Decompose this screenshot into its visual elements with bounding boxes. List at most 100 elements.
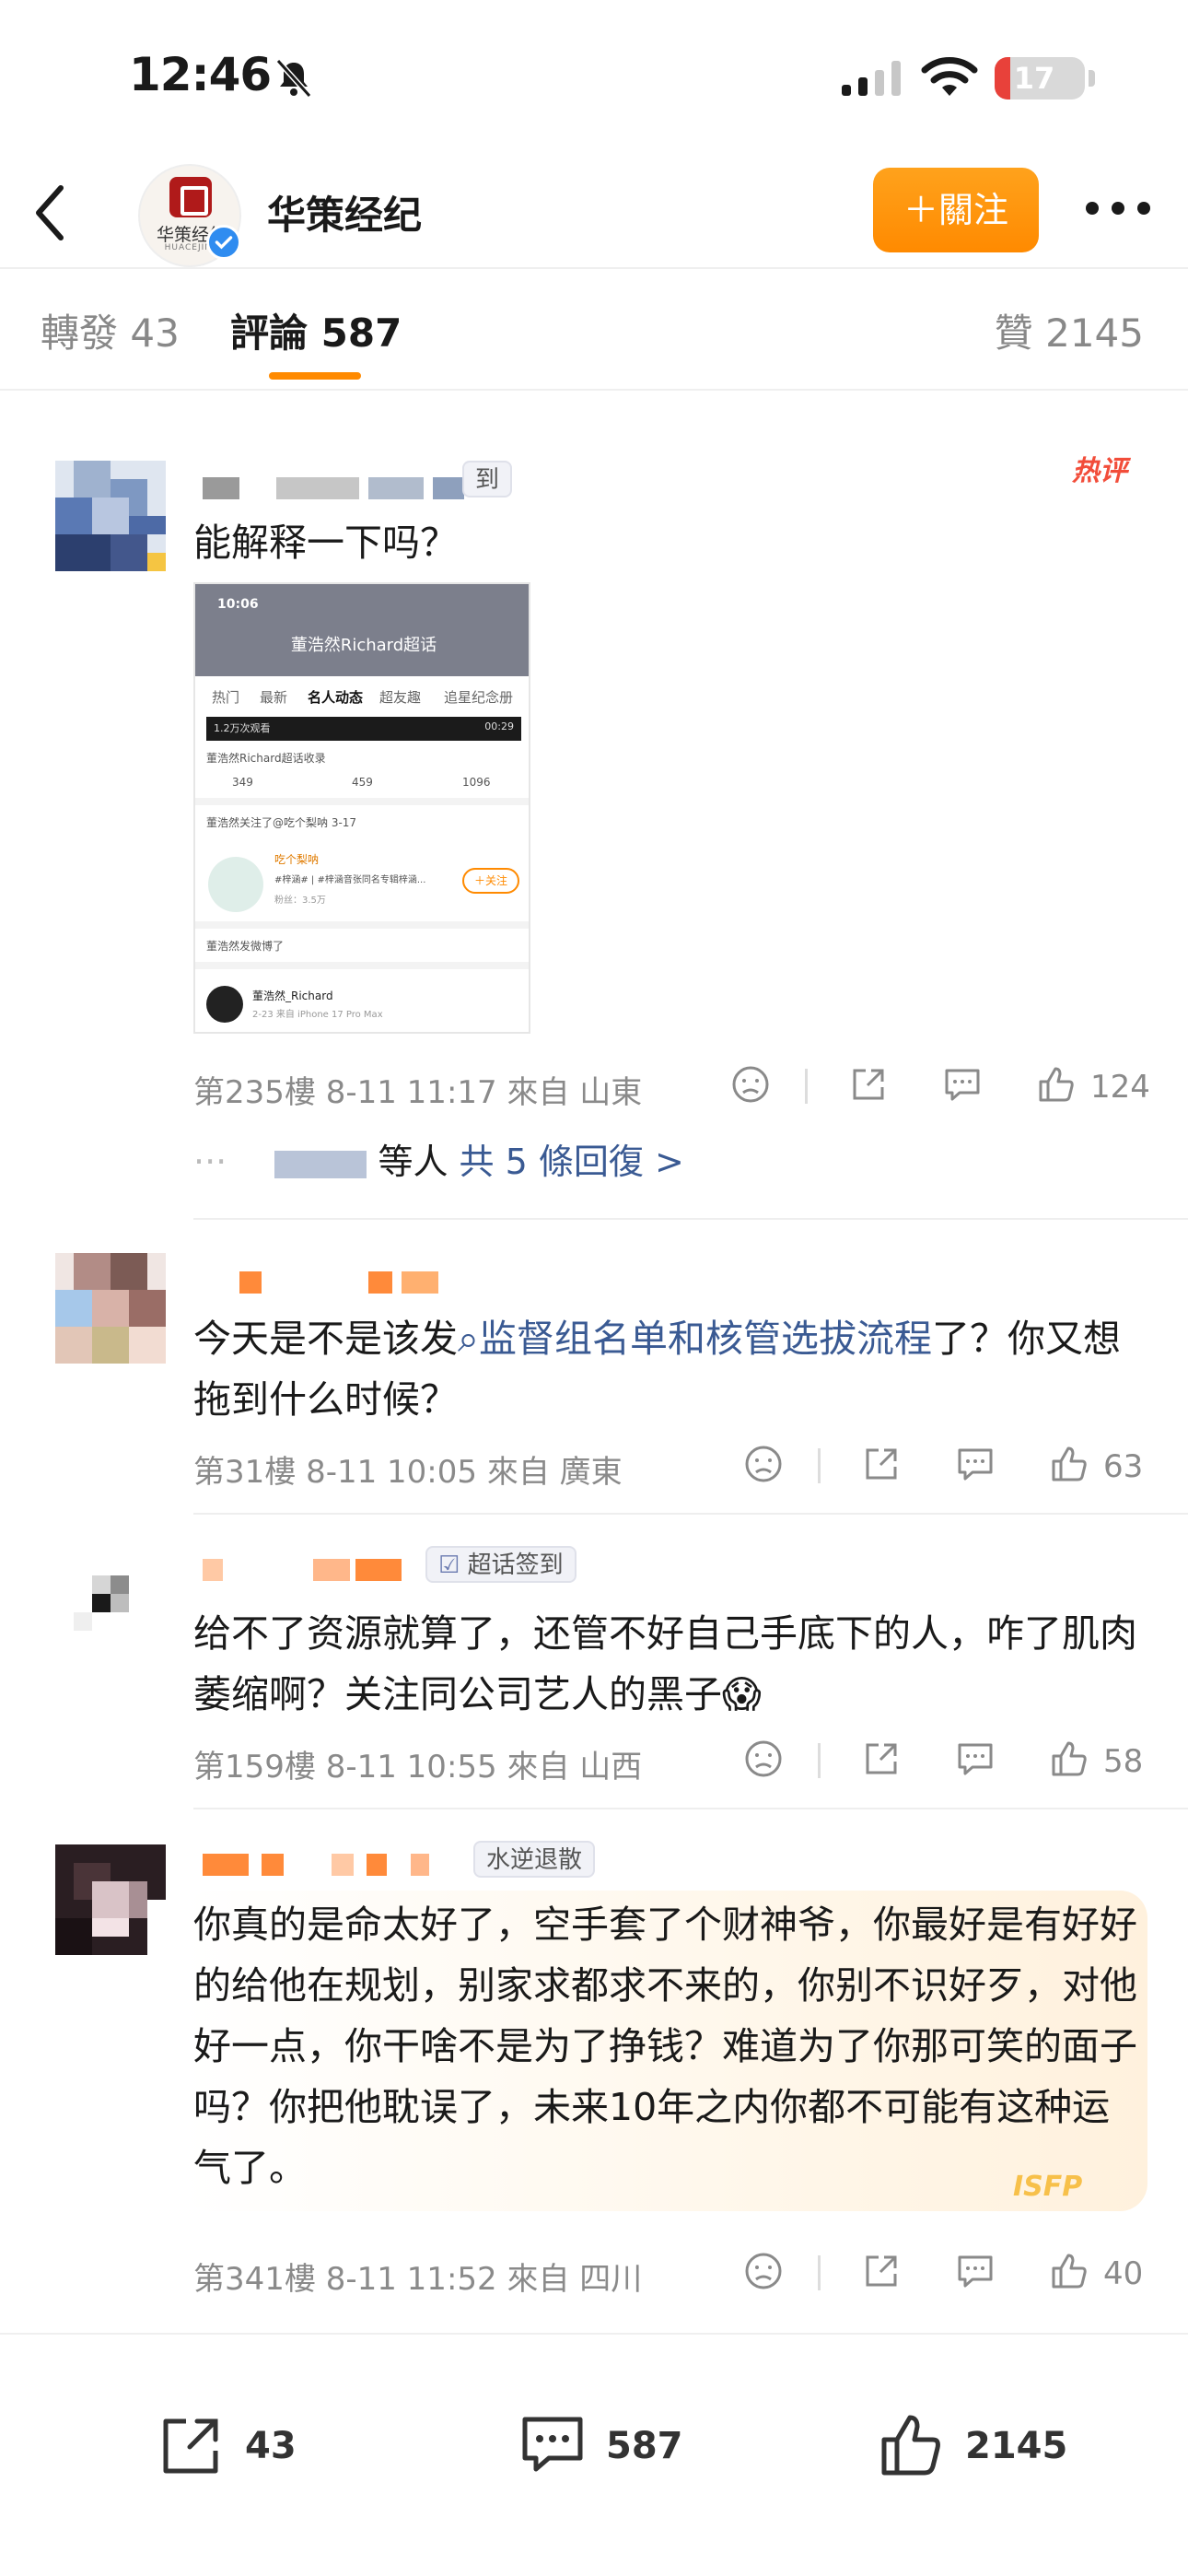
bottom-action-bar: 43 587 2145 xyxy=(0,2333,1188,2576)
repost-button[interactable] xyxy=(860,1738,903,1786)
account-name[interactable]: 华策经纪 xyxy=(267,184,422,240)
bottom-like-button[interactable]: 2145 xyxy=(877,2410,1098,2480)
comment-text: 今天是不是该发⌕监督组名单和核管选拔流程了？你又想拖到什么时候？ xyxy=(193,1317,1121,1422)
image-tabs: 热门 最新 名人动态 超友趣 追星纪念册 xyxy=(212,689,514,706)
thumbs-up-icon xyxy=(1052,1446,1087,1481)
image-page-title: 董浩然Richard超话 xyxy=(290,636,437,655)
dislike-face-icon xyxy=(745,1740,782,1777)
comment-bubble-icon xyxy=(958,1448,993,1481)
user-tag: 到 xyxy=(462,461,513,498)
tab-reposts[interactable]: 轉發 43 xyxy=(41,302,180,358)
battery-icon: 17 xyxy=(995,57,1085,100)
action-divider xyxy=(805,1069,808,1104)
dislike-face-icon xyxy=(745,2253,782,2289)
follow-button[interactable]: ＋關注 xyxy=(873,168,1039,252)
active-tab-indicator xyxy=(269,372,361,380)
ellipsis-icon: ··· xyxy=(193,1142,227,1182)
status-time: 12:46 xyxy=(129,48,272,101)
reply-button[interactable] xyxy=(954,2250,996,2298)
back-arrow-icon[interactable] xyxy=(22,179,81,247)
dislike-button[interactable] xyxy=(742,2250,785,2298)
personality-badge: ISFP xyxy=(1013,2171,1083,2203)
comment-actions: 63 xyxy=(728,1443,1151,1491)
like-button[interactable] xyxy=(1048,1443,1090,1491)
comment-divider xyxy=(193,1513,1188,1515)
pixelated-avatar xyxy=(55,461,166,571)
cell-signal-icon xyxy=(842,61,901,96)
status-bar: 12:46 17 xyxy=(0,0,1188,157)
like-count: 40 xyxy=(1103,2255,1144,2292)
repost-button[interactable] xyxy=(860,1443,903,1491)
brand-seal-icon xyxy=(169,177,212,217)
avatar[interactable] xyxy=(55,1844,166,1955)
like-count: 2145 xyxy=(965,2425,1068,2467)
share-icon xyxy=(163,2418,218,2474)
username-blurred[interactable] xyxy=(193,470,497,507)
share-icon xyxy=(866,2255,897,2287)
comment-actions: 124 xyxy=(728,1063,1151,1111)
comment-bubble-icon xyxy=(945,1069,980,1101)
repost-button[interactable] xyxy=(860,2250,903,2298)
dislike-button[interactable] xyxy=(742,1738,785,1786)
comment-image[interactable]: 10:06 董浩然Richard超话 热门 最新 名人动态 超友趣 追星纪念册 … xyxy=(193,582,530,1034)
action-divider xyxy=(818,2255,821,2290)
dislike-button[interactable] xyxy=(729,1063,772,1111)
comment-meta: 第341樓 8-11 11:52 來自 四川 xyxy=(193,2261,643,2298)
comment-meta: 第159樓 8-11 10:55 來自 山西 xyxy=(193,1749,643,1786)
thumbs-up-icon xyxy=(881,2415,940,2476)
username-blurred[interactable] xyxy=(193,1262,470,1299)
avatar[interactable] xyxy=(55,1253,166,1364)
comment-text: 你真的是命太好了，空手套了个财神爷，你最好是有好好的给他在规划，别家求都求不来的… xyxy=(193,1903,1137,2190)
reply-button[interactable] xyxy=(954,1738,996,1786)
reply-button[interactable] xyxy=(941,1063,984,1111)
checkin-icon: ☑ xyxy=(438,1551,468,1579)
comment-meta: 第235樓 8-11 11:17 來自 山東 xyxy=(193,1074,643,1111)
comment-divider xyxy=(193,1218,1188,1220)
battery-level: 17 xyxy=(1013,61,1055,96)
reply-button[interactable] xyxy=(954,1443,996,1491)
comment-bubble-icon xyxy=(958,1743,993,1775)
like-button[interactable] xyxy=(1048,2250,1090,2298)
repost-button[interactable] xyxy=(847,1063,890,1111)
like-button[interactable] xyxy=(1048,1738,1090,1786)
avatar[interactable] xyxy=(55,1557,166,1668)
like-button[interactable] xyxy=(1035,1063,1077,1111)
dislike-button[interactable] xyxy=(742,1443,785,1491)
comment-bubble-icon xyxy=(522,2417,583,2472)
dislike-face-icon xyxy=(745,1446,782,1482)
post-header: 华策经纪 HUACEJINJI 华策经纪 ＋關注 xyxy=(0,157,1188,269)
user-tag: 水逆退散 xyxy=(473,1841,596,1878)
bottom-repost-button[interactable]: 43 xyxy=(157,2410,341,2480)
username-blurred[interactable] xyxy=(193,1843,479,1879)
tab-comments[interactable]: 評論 587 xyxy=(230,302,402,358)
avatar[interactable] xyxy=(55,461,166,571)
comment-actions: 58 xyxy=(728,1738,1151,1786)
topic-link[interactable]: ⌕监督组名单和核管选拔流程 xyxy=(458,1317,932,1361)
blurred-names xyxy=(274,1150,367,1178)
like-count: 58 xyxy=(1103,1743,1144,1780)
dislike-face-icon xyxy=(732,1066,769,1103)
share-icon xyxy=(866,1448,897,1480)
like-count: 124 xyxy=(1090,1069,1150,1106)
comment-text: 给不了资源就算了，还管不好自己手底下的人，咋了肌肉萎缩啊？关注同公司艺人的黑子😱 xyxy=(193,1611,1137,1716)
verified-badge-icon xyxy=(206,225,241,260)
share-icon xyxy=(866,1743,897,1774)
username-blurred[interactable] xyxy=(193,1550,433,1587)
thumbs-up-icon xyxy=(1039,1067,1074,1102)
view-replies-link[interactable]: 共 5 條回復 > xyxy=(460,1142,684,1182)
action-divider xyxy=(818,1743,821,1778)
repost-count: 43 xyxy=(245,2425,297,2467)
action-divider xyxy=(818,1448,821,1483)
pixelated-avatar xyxy=(55,1253,166,1364)
pixelated-avatar xyxy=(55,1557,166,1668)
comment-meta: 第31樓 8-11 10:05 來自 廣東 xyxy=(193,1454,623,1491)
battery-nub xyxy=(1089,70,1095,87)
tab-likes[interactable]: 贊 2145 xyxy=(995,302,1144,358)
wifi-icon xyxy=(921,57,978,96)
more-options-icon[interactable] xyxy=(1083,190,1153,227)
replies-summary[interactable]: ··· 等人 共 5 條回復 > xyxy=(193,1133,684,1188)
bottom-comment-button[interactable]: 587 xyxy=(518,2410,720,2480)
comment-count: 587 xyxy=(606,2425,683,2467)
comment-text: 能解释一下吗？ xyxy=(193,521,458,565)
share-icon xyxy=(853,1069,884,1100)
